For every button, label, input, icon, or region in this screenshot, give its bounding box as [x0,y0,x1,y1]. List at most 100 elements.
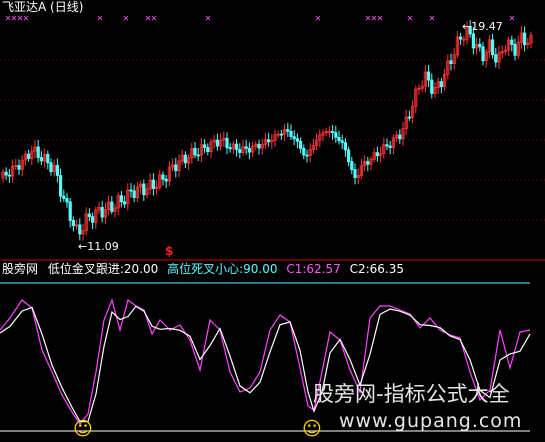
candle-body [346,149,351,163]
candle-body [4,171,8,176]
candle-body [129,189,133,192]
candle-body [343,142,348,151]
candle-body [110,201,114,212]
candle-body [458,36,463,40]
cross-signal: ✕ [407,14,414,23]
price-grid [0,59,545,221]
candle-body [513,44,517,56]
legend-c2-value: 66.35 [369,262,404,276]
indicator-legend: 股旁网 低位金叉跟进:20.00 高位死叉小心:90.00 C1:62.57 C… [2,263,404,276]
legend-c1-value: 62.57 [306,262,341,276]
candle-body [494,54,498,63]
candle-body [68,201,72,221]
candle-body [91,216,95,223]
candle-body [350,161,354,170]
candle-body [247,148,251,153]
low-arrow: ← [78,240,88,253]
stock-name: 飞亚达A [2,0,47,14]
candle-body [305,154,309,157]
watermark-url: www.gupang.com [339,410,523,432]
chart-header: 飞亚达A (日线) [2,1,83,14]
legend-high-value: 90.00 [243,262,278,276]
candle-body [39,157,44,162]
candle-body [257,143,261,149]
chart-window: ✕ ✕ ✕ ✕ ✕ ✕ ✕ ✕ ✕ ✕ ✕ ✕ ✕ ✕ ✕ ✕ 飞亚达A (日线) ←19.47 ←11.09… [0,0,545,442]
legend-c1-label: C1: [286,262,307,276]
candle-body [132,190,136,198]
candle-body [17,165,21,170]
candle-body [490,39,495,56]
candle-body [7,174,11,177]
candle-body [289,130,293,138]
candle-body [337,136,341,142]
cross-signal: ✕ [123,14,130,23]
candle-body [298,140,303,149]
candle-body [225,137,229,149]
candle-body [385,144,389,147]
high-arrow: ← [462,20,472,33]
candle-body [71,220,75,227]
legend-low-label: 低位金叉跟进: [47,262,124,276]
candle-body [426,71,431,81]
legend-c2-label: C2: [349,262,370,276]
cross-signal: ✕ [23,14,30,23]
candle-body [398,134,402,140]
candle-body [366,161,370,165]
candle-body [164,178,168,182]
candle-body [206,147,210,153]
candle-body [183,154,187,164]
candle-body [174,164,178,172]
candle-body [478,43,482,48]
watermark-title: 股旁网-指标公式大全 [313,382,510,406]
candle-body [78,224,82,235]
candle-body [292,136,296,140]
candle-body [244,146,248,149]
smiley-buy-icon: ☺ [302,418,322,440]
candle-body [353,169,357,178]
candle-body [523,32,527,46]
indicator-name: 股旁网 [2,262,39,276]
cross-signal: ✕ [97,14,104,23]
candle-body [161,174,165,180]
candle-body [510,39,514,45]
cross-signal: ✕ [205,14,212,23]
period-label: (日线) [50,0,84,14]
candle-body [26,153,31,159]
candle-body [119,195,123,203]
candle-body [55,164,60,176]
candle-body [295,138,300,142]
candle-body [449,60,453,64]
candle-body [36,146,40,158]
candle-body [471,33,476,49]
candle-body [334,132,338,138]
candle-body [49,162,53,173]
candle-body [279,133,284,136]
candle-body [151,179,155,189]
cross-signal: ✕ [151,14,158,23]
signal-dollar-marker: $ [165,244,174,258]
cross-signal: ✕ [429,14,436,23]
low-price-label: ←11.09 [78,240,119,253]
candle-body [228,147,232,150]
candle-body [142,183,146,196]
candle-body [123,201,127,205]
candle-body [65,198,69,203]
cross-signal: ✕ [509,14,516,23]
candle-body [286,129,290,132]
candle-body [266,139,271,143]
candle-body [430,79,434,94]
candle-body [202,144,207,148]
candlestick-series [1,20,533,241]
candle-body [439,81,444,88]
candle-body [234,143,239,150]
candle-body [340,140,344,143]
candle-body [59,175,63,197]
candle-body [193,147,197,156]
candle-body [407,116,412,119]
kline-chart[interactable]: ✕ ✕ ✕ ✕ ✕ ✕ ✕ ✕ ✕ ✕ ✕ ✕ ✕ ✕ ✕ ✕ [0,0,545,442]
candle-body [196,154,200,157]
candle-body [481,46,485,62]
candle-body [375,152,380,157]
high-price-label: ←19.47 [462,20,503,33]
candle-body [62,195,66,199]
